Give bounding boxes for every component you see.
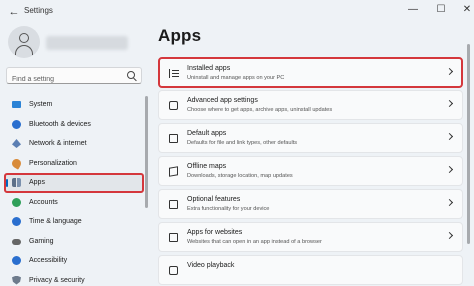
sidebar-item-label: System bbox=[29, 101, 53, 109]
sidebar-item-label: Bluetooth & devices bbox=[29, 120, 91, 128]
minimize-button[interactable]: — bbox=[400, 2, 426, 18]
default-apps-icon bbox=[169, 134, 178, 143]
chevron-right-icon bbox=[445, 132, 454, 141]
chevron-right-icon bbox=[445, 198, 454, 207]
card-title: Installed apps bbox=[187, 65, 231, 72]
accounts-icon bbox=[12, 197, 21, 207]
sidebar-item-label: Time & language bbox=[29, 218, 82, 226]
sidebar-item-label: Gaming bbox=[29, 237, 54, 245]
title-bar: ← Settings — ☐ ✕ bbox=[0, 0, 474, 24]
chevron-right-icon bbox=[445, 67, 454, 76]
user-icon-body bbox=[15, 45, 33, 55]
privacy-icon bbox=[12, 275, 21, 285]
advanced-settings-icon bbox=[169, 101, 178, 110]
maximize-button[interactable]: ☐ bbox=[428, 2, 454, 18]
card-title: Apps for websites bbox=[187, 229, 243, 236]
card-title: Default apps bbox=[187, 130, 227, 137]
sidebar-item-label: Accessibility bbox=[29, 257, 68, 265]
apps-for-websites-icon bbox=[169, 233, 178, 242]
sidebar-item-network[interactable]: Network & internet bbox=[4, 134, 144, 154]
sidebar-item-accessibility[interactable]: Accessibility bbox=[4, 251, 144, 271]
close-button[interactable]: ✕ bbox=[454, 2, 474, 18]
time-icon bbox=[12, 217, 21, 226]
card-title: Video playback bbox=[187, 262, 235, 269]
card-description: Websites that can open in an app instead… bbox=[187, 239, 322, 245]
network-icon bbox=[12, 139, 21, 148]
optional-features-icon bbox=[169, 200, 178, 209]
accessibility-icon bbox=[12, 256, 21, 265]
selection-indicator bbox=[6, 179, 8, 187]
sidebar-item-label: Apps bbox=[29, 179, 45, 187]
user-icon bbox=[19, 33, 29, 43]
apps-icon bbox=[12, 178, 21, 187]
card-video-playback[interactable]: Video playback bbox=[158, 255, 463, 285]
card-description: Choose where to get apps, archive apps, … bbox=[187, 107, 333, 113]
redacted-user-name bbox=[46, 36, 128, 50]
sidebar-item-label: Privacy & security bbox=[29, 276, 85, 284]
sidebar-item-system[interactable]: System bbox=[4, 95, 144, 115]
installed-apps-icon bbox=[169, 69, 179, 78]
sidebar-item-privacy-security[interactable]: Privacy & security bbox=[4, 271, 144, 286]
sidebar-item-bluetooth[interactable]: Bluetooth & devices bbox=[4, 115, 144, 135]
bluetooth-icon bbox=[12, 119, 21, 129]
sidebar-item-personalization[interactable]: Personalization bbox=[4, 154, 144, 174]
search-input[interactable] bbox=[7, 72, 117, 87]
chevron-right-icon bbox=[445, 231, 454, 240]
chevron-right-icon bbox=[445, 165, 454, 174]
card-advanced-app-settings[interactable]: Advanced app settings Choose where to ge… bbox=[158, 90, 463, 120]
back-button[interactable]: ← bbox=[6, 4, 22, 20]
main-scrollbar[interactable] bbox=[467, 44, 470, 244]
card-optional-features[interactable]: Optional features Extra functionality fo… bbox=[158, 189, 463, 219]
sidebar-nav: System Bluetooth & devices Network & int… bbox=[4, 95, 144, 286]
card-description: Uninstall and manage apps on your PC bbox=[187, 75, 285, 81]
search-icon[interactable] bbox=[127, 71, 135, 79]
sidebar-item-accounts[interactable]: Accounts bbox=[4, 193, 144, 213]
personalization-icon bbox=[10, 156, 23, 170]
card-apps-for-websites[interactable]: Apps for websites Websites that can open… bbox=[158, 222, 463, 252]
user-profile[interactable] bbox=[8, 26, 128, 62]
settings-card-list: Installed apps Uninstall and manage apps… bbox=[158, 57, 463, 286]
card-description: Extra functionality for your device bbox=[187, 206, 270, 212]
card-title: Advanced app settings bbox=[187, 97, 258, 104]
sidebar-item-label: Personalization bbox=[29, 159, 77, 167]
card-default-apps[interactable]: Default apps Defaults for file and link … bbox=[158, 123, 463, 153]
sidebar-scrollbar[interactable] bbox=[145, 96, 148, 208]
gaming-icon bbox=[12, 238, 21, 245]
card-offline-maps[interactable]: Offline maps Downloads, storage location… bbox=[158, 156, 463, 186]
offline-maps-icon bbox=[169, 166, 178, 177]
app-title: Settings bbox=[24, 6, 53, 15]
sidebar-item-time-language[interactable]: Time & language bbox=[4, 212, 144, 232]
sidebar-item-apps[interactable]: Apps bbox=[4, 173, 144, 193]
sidebar-item-label: Accounts bbox=[29, 198, 58, 206]
card-title: Optional features bbox=[187, 196, 241, 203]
page-title: Apps bbox=[158, 26, 202, 45]
avatar bbox=[8, 26, 40, 58]
chevron-right-icon bbox=[445, 99, 454, 108]
card-title: Offline maps bbox=[187, 163, 227, 170]
card-installed-apps[interactable]: Installed apps Uninstall and manage apps… bbox=[158, 57, 463, 88]
search-field[interactable] bbox=[6, 67, 142, 87]
video-playback-icon bbox=[169, 266, 178, 275]
card-description: Downloads, storage location, map updates bbox=[187, 173, 293, 179]
sidebar-item-label: Network & internet bbox=[29, 140, 87, 148]
card-description: Defaults for file and link types, other … bbox=[187, 140, 298, 146]
sidebar-item-gaming[interactable]: Gaming bbox=[4, 232, 144, 252]
system-icon bbox=[12, 101, 21, 108]
